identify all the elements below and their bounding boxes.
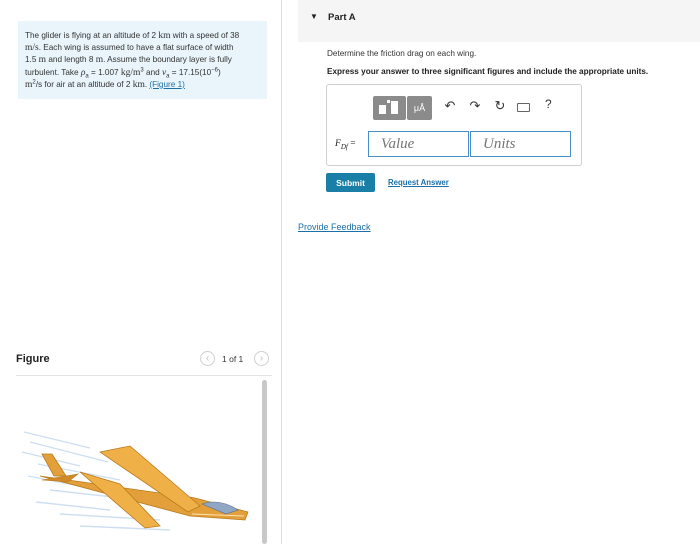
answer-instruction: Express your answer to three significant… <box>327 67 649 76</box>
figure-header: Figure ‹ 1 of 1 › <box>16 350 272 374</box>
part-header[interactable]: ▼ Part A <box>298 0 700 42</box>
problem-line-1: The glider is flying at an altitude of 2… <box>25 31 240 41</box>
caret-down-icon[interactable]: ▼ <box>310 12 318 21</box>
figure-scrollbar[interactable] <box>262 380 267 544</box>
glider-illustration <box>21 431 249 531</box>
units-button[interactable]: μÅ <box>407 96 432 120</box>
answer-box: μÅ ↶ ↷ ↻ ? FDf = <box>326 84 582 166</box>
variable-label: FDf = <box>335 139 356 151</box>
templates-button[interactable] <box>373 96 406 120</box>
question-prompt: Determine the friction drag on each wing… <box>327 49 477 58</box>
value-input[interactable] <box>368 131 469 157</box>
figure-counter: 1 of 1 <box>222 354 244 364</box>
problem-line-4: turbulent. Take ρa = 1.007 kg/m3 and νa … <box>25 66 221 80</box>
undo-icon[interactable]: ↶ <box>443 98 457 114</box>
chevron-right-icon[interactable]: › <box>254 351 269 366</box>
figure-link[interactable]: (Figure 1) <box>149 80 185 89</box>
redo-icon[interactable]: ↷ <box>468 98 482 114</box>
units-input[interactable] <box>470 131 571 157</box>
chevron-left-icon[interactable]: ‹ <box>200 351 215 366</box>
problem-line-2: m/s. Each wing is assumed to have a flat… <box>25 43 234 54</box>
part-title: Part A <box>328 12 356 23</box>
templates-icon <box>379 100 398 114</box>
panel-divider <box>281 0 282 544</box>
reset-icon[interactable]: ↻ <box>493 98 507 114</box>
keyboard-icon[interactable] <box>517 103 530 112</box>
problem-statement: The glider is flying at an altitude of 2… <box>18 21 267 99</box>
provide-feedback-link[interactable]: Provide Feedback <box>298 222 371 232</box>
figure-divider <box>16 375 272 376</box>
figure-title: Figure <box>16 353 50 365</box>
request-answer-link[interactable]: Request Answer <box>388 178 449 187</box>
left-panel: The glider is flying at an altitude of 2… <box>0 0 282 544</box>
problem-line-3: 1.5 m and length 8 m. Assume the boundar… <box>25 55 232 66</box>
submit-button[interactable]: Submit <box>326 173 375 192</box>
glider-body <box>39 445 249 529</box>
problem-line-5: m2/s for air at an altitude of 2 km. (Fi… <box>25 79 185 90</box>
help-icon[interactable]: ? <box>545 97 552 111</box>
